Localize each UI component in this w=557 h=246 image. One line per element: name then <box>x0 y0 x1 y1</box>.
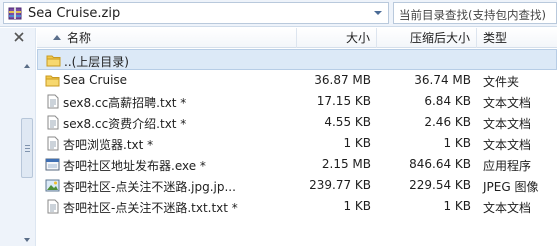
column-header-size[interactable]: 大小 <box>297 28 377 48</box>
column-packed-label: 压缩后大小 <box>409 31 470 45</box>
vertical-scrollbar[interactable] <box>21 60 33 246</box>
close-icon[interactable] <box>14 32 24 42</box>
file-name: 杏吧社区-点关注不迷路.jpg.jp... <box>63 180 236 194</box>
search-placeholder: 当前目录查找(支持包内查找) <box>399 8 546 22</box>
column-type-label: 类型 <box>483 31 508 45</box>
file-packed-size: 2.46 KB <box>424 115 471 129</box>
column-name-label: 名称 <box>67 31 92 45</box>
folder-icon <box>46 55 61 67</box>
exe-file-icon <box>45 158 60 171</box>
list-item[interactable]: sex8.cc高薪招聘.txt * 17.15 KB 6.84 KB 文本文档 <box>37 91 557 112</box>
file-size: 239.77 KB <box>309 178 371 192</box>
file-name: sex8.cc资费介绍.txt * <box>63 117 187 131</box>
file-size: 4.55 KB <box>324 115 371 129</box>
scroll-down-arrow-icon[interactable] <box>21 234 33 246</box>
file-name: 杏吧浏览器.txt * <box>63 138 154 152</box>
search-input[interactable]: 当前目录查找(支持包内查找) <box>393 2 557 24</box>
file-name: Sea Cruise <box>63 73 128 87</box>
file-packed-size: 1 KB <box>443 136 471 150</box>
archive-name: Sea Cruise.zip <box>28 6 121 21</box>
column-size-label: 大小 <box>345 31 370 45</box>
column-header-packed-size[interactable]: 压缩后大小 <box>377 28 477 48</box>
text-file-icon <box>47 199 59 214</box>
image-file-icon <box>45 179 60 192</box>
list-item[interactable]: sex8.cc资费介绍.txt * 4.55 KB 2.46 KB 文本文档 <box>37 112 557 133</box>
file-name: sex8.cc高薪招聘.txt * <box>63 96 187 110</box>
file-type: 文本文档 <box>483 96 532 110</box>
file-packed-size: 1 KB <box>443 199 471 213</box>
file-size: 36.87 MB <box>314 73 371 87</box>
list-item[interactable]: 杏吧社区-点关注不迷路.txt.txt * 1 KB 1 KB 文本文档 <box>37 196 557 217</box>
file-packed-size: 36.74 MB <box>414 73 471 87</box>
file-type: JPEG 图像 <box>483 180 539 194</box>
file-list-header: 名称 大小 压缩后大小 类型 <box>37 28 557 48</box>
file-size: 1 KB <box>343 136 371 150</box>
column-header-type[interactable]: 类型 <box>477 28 557 48</box>
text-file-icon <box>47 94 59 109</box>
chevron-down-icon[interactable] <box>372 7 384 19</box>
scroll-up-arrow-icon[interactable] <box>21 60 33 72</box>
file-packed-size: 846.64 KB <box>409 157 471 171</box>
scrollbar-thumb[interactable] <box>21 118 33 178</box>
file-type: 文本文档 <box>483 201 532 215</box>
sort-ascending-icon <box>53 35 61 40</box>
list-item[interactable]: Sea Cruise 36.87 MB 36.74 MB 文件夹 <box>37 70 557 91</box>
text-file-icon <box>47 136 59 151</box>
file-packed-size: 6.84 KB <box>424 94 471 108</box>
file-type: 应用程序 <box>483 159 532 173</box>
column-header-name[interactable]: 名称 <box>37 28 297 48</box>
text-file-icon <box>47 115 59 130</box>
file-packed-size: 229.54 KB <box>409 178 471 192</box>
zip-archive-icon <box>8 7 22 20</box>
file-type: 文本文档 <box>483 138 532 152</box>
list-item[interactable]: 杏吧社区地址发布器.exe * 2.15 MB 846.64 KB 应用程序 <box>37 154 557 175</box>
file-name: 杏吧社区-点关注不迷路.txt.txt * <box>63 201 238 215</box>
list-item[interactable]: 杏吧社区-点关注不迷路.jpg.jp... 239.77 KB 229.54 K… <box>37 175 557 196</box>
address-toolbar: Sea Cruise.zip 当前目录查找(支持包内查找) <box>0 0 557 27</box>
archive-path-box[interactable]: Sea Cruise.zip <box>3 2 389 24</box>
list-item[interactable]: 杏吧浏览器.txt * 1 KB 1 KB 文本文档 <box>37 133 557 154</box>
file-size: 2.15 MB <box>321 157 371 171</box>
file-type: 文件夹 <box>483 75 520 89</box>
parent-directory-label: ..(上层目录) <box>64 55 129 69</box>
file-size: 17.15 KB <box>316 94 371 108</box>
parent-directory-row[interactable]: ..(上层目录) <box>37 49 557 70</box>
file-type: 文本文档 <box>483 117 532 131</box>
folder-icon <box>45 75 60 87</box>
left-gutter <box>0 28 36 246</box>
file-size: 1 KB <box>343 199 371 213</box>
file-name: 杏吧社区地址发布器.exe * <box>63 159 206 173</box>
